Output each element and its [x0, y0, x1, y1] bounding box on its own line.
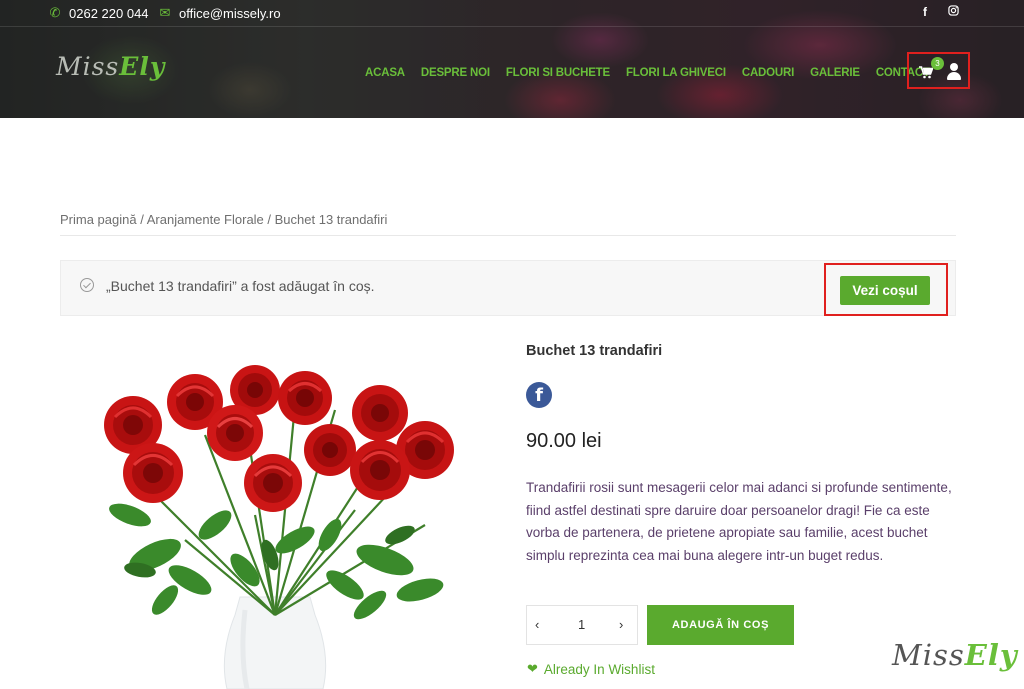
topbar-divider — [0, 26, 1024, 27]
quantity-decrease-button[interactable]: ‹ — [535, 617, 539, 632]
instagram-icon[interactable] — [948, 5, 959, 19]
phone-contact[interactable]: ✆ 0262 220 044 — [48, 5, 149, 21]
breadcrumb: Prima pagină / Aranjamente Florale / Buc… — [60, 212, 388, 227]
view-cart-highlight: Vezi coșul — [824, 263, 948, 316]
site-logo[interactable]: MissEly — [56, 52, 165, 81]
facebook-icon[interactable]: f — [923, 5, 927, 19]
site-header: ✆ 0262 220 044 ✉ office@missely.ro f Mis… — [0, 0, 1024, 118]
breadcrumb-divider — [60, 235, 956, 236]
cart-count-badge: 3 — [931, 57, 944, 70]
notice-message: „Buchet 13 trandafiri” a fost adăugat în… — [106, 278, 375, 294]
nav-item-cadouri[interactable]: CADOURI — [742, 67, 794, 79]
main-nav: ACASA DESPRE NOI FLORI SI BUCHETE FLORI … — [365, 67, 946, 79]
nav-item-acasa[interactable]: ACASA — [365, 67, 405, 79]
cart-icon[interactable] — [919, 66, 934, 82]
envelope-icon: ✉ — [159, 5, 171, 20]
nav-item-galerie[interactable]: GALERIE — [810, 67, 860, 79]
facebook-share-icon[interactable]: f — [526, 382, 552, 408]
nav-item-flori-si-buchete[interactable]: FLORI SI BUCHETE — [506, 67, 610, 79]
nav-item-despre-noi[interactable]: DESPRE NOI — [421, 67, 490, 79]
product-price: 90.00 lei — [526, 430, 602, 452]
cart-added-notice: „Buchet 13 trandafiri” a fost adăugat în… — [60, 260, 956, 316]
product-title: Buchet 13 trandafiri — [526, 343, 663, 359]
email-contact[interactable]: ✉ office@missely.ro — [158, 5, 281, 21]
header-icons-highlight: 3 — [907, 52, 970, 89]
add-to-cart-button[interactable]: ADAUGĂ ÎN COȘ — [647, 605, 794, 645]
breadcrumb-home[interactable]: Prima pagină — [60, 212, 137, 227]
wishlist-link[interactable]: ❤ Already In Wishlist — [527, 661, 655, 677]
quantity-increase-button[interactable]: › — [619, 617, 623, 632]
quantity-stepper: ‹ 1 › — [526, 605, 638, 645]
watermark-logo: MissEly — [892, 638, 1018, 672]
check-circle-icon — [80, 278, 94, 292]
quantity-value[interactable]: 1 — [578, 617, 585, 632]
product-image[interactable] — [95, 365, 465, 689]
email-address: office@missely.ro — [179, 5, 281, 21]
breadcrumb-current: Buchet 13 trandafiri — [274, 212, 388, 227]
breadcrumb-category[interactable]: Aranjamente Florale — [147, 212, 264, 227]
top-bar: ✆ 0262 220 044 ✉ office@missely.ro f — [0, 0, 1024, 26]
user-icon[interactable] — [946, 63, 962, 81]
heart-icon: ❤ — [527, 661, 538, 676]
nav-item-flori-la-ghiveci[interactable]: FLORI LA GHIVECI — [626, 67, 726, 79]
view-cart-button[interactable]: Vezi coșul — [840, 276, 930, 305]
phone-icon: ✆ — [49, 5, 61, 20]
wishlist-label: Already In Wishlist — [543, 661, 655, 677]
phone-number: 0262 220 044 — [69, 5, 149, 21]
product-description: Trandafirii rosii sunt mesagerii celor m… — [526, 480, 952, 563]
